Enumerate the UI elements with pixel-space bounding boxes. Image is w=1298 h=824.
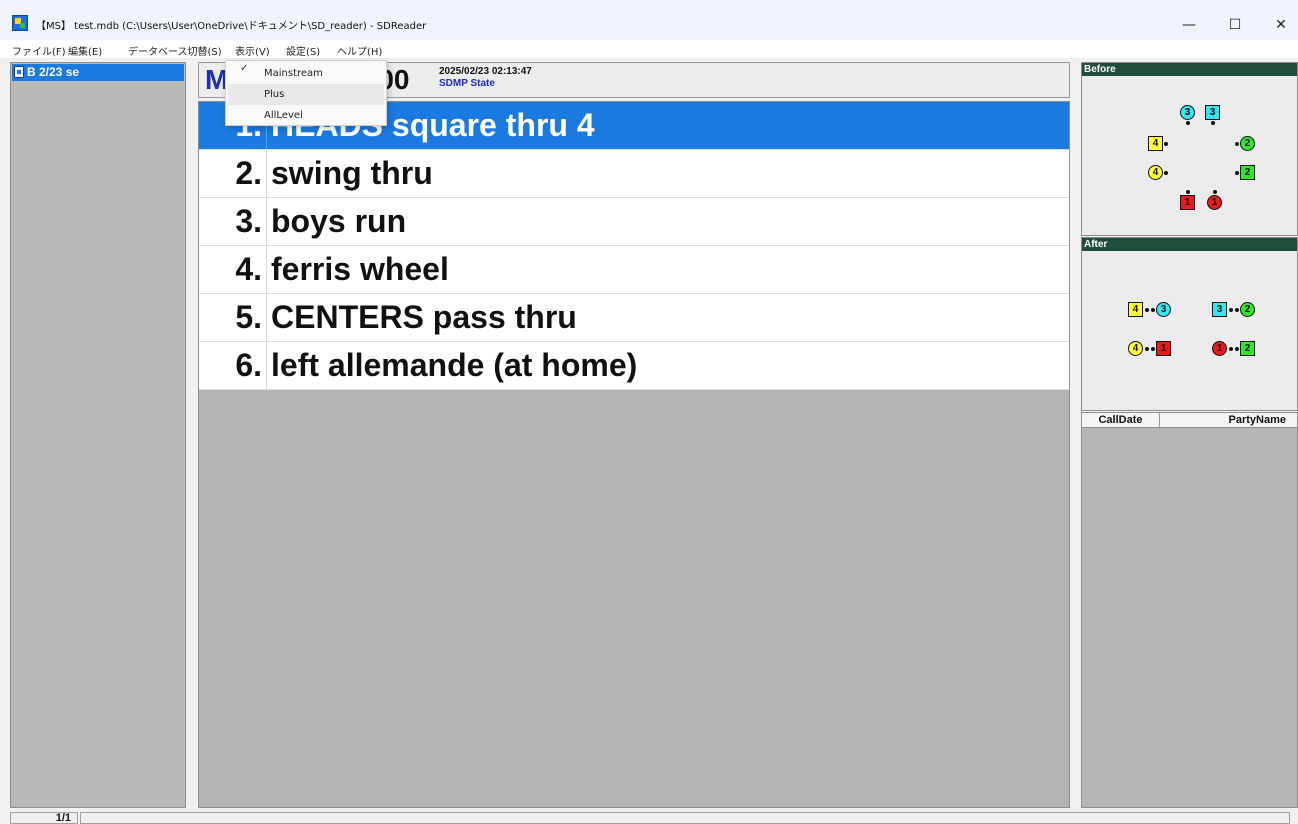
sequence-list-item[interactable]: B 2/23 se [12,64,184,81]
dancer-circle-2: 2 [1240,302,1255,317]
dancer-square-1: 1 [1180,195,1195,210]
call-text: ferris wheel [271,251,449,287]
call-text: swing thru [271,155,433,191]
before-formation-panel: Before 3 3 4 2 4 2 1 1 [1081,62,1298,236]
menu-view[interactable]: 表示(V) [235,43,270,58]
facing-indicator [1235,171,1239,175]
call-number: 3. [199,198,267,245]
level-option-plus[interactable]: Plus [228,84,384,105]
status-message-area [80,812,1290,824]
header-state: SDMP State [439,78,495,89]
facing-indicator [1229,308,1233,312]
call-text: boys run [271,203,407,239]
dancer-square-3: 3 [1212,302,1227,317]
level-option-label: Plus [264,89,285,100]
status-bar: 1/1 [0,810,1298,824]
call-row[interactable]: 3. boys run [199,198,1069,246]
dancer-circle-2: 2 [1240,136,1255,151]
dancer-square-4: 4 [1148,136,1163,151]
app-icon [12,15,28,31]
sequence-calls-area: 1. HEADS square thru 4 2. swing thru 3. … [198,101,1070,808]
level-option-label: AllLevel [264,110,303,121]
dancer-square-4: 4 [1128,302,1143,317]
level-option-label: Mainstream [264,68,323,79]
header-stamp: 2025/02/23 02:13:47 SDMP State [439,66,669,94]
facing-indicator [1211,121,1215,125]
call-number: 6. [199,342,267,389]
dancer-circle-1: 1 [1207,195,1222,210]
menu-file[interactable]: ファイル(F) [12,43,66,58]
sequence-list-panel: B 2/23 se [10,62,186,808]
facing-indicator [1235,347,1239,351]
header-date: 2025/02/23 02:13:47 [439,66,532,77]
call-row[interactable]: 5. CENTERS pass thru [199,294,1069,342]
sdreader-window: 【MS】 test.mdb (C:\Users\User\OneDrive\ドキ… [0,0,1298,824]
history-table-header: CallDate PartyName [1081,412,1298,428]
level-option-mainstream[interactable]: ✓ Mainstream [228,63,384,84]
facing-indicator [1151,347,1155,351]
page-indicator: 1/1 [10,812,78,824]
menu-database-switch[interactable]: データベース切替(S) [128,43,222,58]
after-formation-panel: After 4 3 3 2 4 1 1 2 [1081,237,1298,411]
dancer-square-2: 2 [1240,165,1255,180]
close-button[interactable]: ✕ [1258,10,1298,40]
dancer-square-2: 2 [1240,341,1255,356]
level-option-alllevel[interactable]: AllLevel [228,105,384,126]
checkmark-icon: ✓ [240,63,249,74]
facing-indicator [1235,308,1239,312]
call-number: 4. [199,246,267,293]
dancer-circle-1: 1 [1212,341,1227,356]
view-level-dropdown: ✓ Mainstream Plus AllLevel [225,60,387,126]
facing-indicator [1229,347,1233,351]
maximize-button[interactable]: ☐ [1212,10,1258,40]
facing-indicator [1145,308,1149,312]
dancer-circle-3: 3 [1180,105,1195,120]
menu-help[interactable]: ヘルプ(H) [337,43,382,58]
call-text: left allemande (at home) [271,347,638,383]
dancer-circle-4: 4 [1148,165,1163,180]
dancer-square-1: 1 [1156,341,1171,356]
after-title: After [1082,238,1297,251]
facing-indicator [1151,308,1155,312]
facing-indicator [1145,347,1149,351]
call-number: 5. [199,294,267,341]
history-table-body [1081,428,1298,808]
menu-bar: ファイル(F) 編集(E) データベース切替(S) 表示(V) 設定(S) ヘル… [0,40,1298,58]
column-header-partyname[interactable]: PartyName [1162,413,1296,427]
call-number: 2. [199,150,267,197]
call-row[interactable]: 6. left allemande (at home) [199,342,1069,390]
dancer-circle-3: 3 [1156,302,1171,317]
before-title: Before [1082,63,1297,76]
call-row[interactable]: 4. ferris wheel [199,246,1069,294]
dancer-circle-4: 4 [1128,341,1143,356]
menu-settings[interactable]: 設定(S) [286,43,320,58]
window-title: 【MS】 test.mdb (C:\Users\User\OneDrive\ドキ… [36,21,427,32]
minimize-button[interactable]: — [1166,10,1212,40]
title-bar: 【MS】 test.mdb (C:\Users\User\OneDrive\ドキ… [0,0,1298,40]
call-text: CENTERS pass thru [271,299,577,335]
sequence-list-item-label: B 2/23 se [27,65,80,79]
facing-indicator [1186,190,1190,194]
facing-indicator [1164,142,1168,146]
call-row[interactable]: 2. swing thru [199,150,1069,198]
facing-indicator [1235,142,1239,146]
document-icon [14,66,24,78]
dancer-square-3: 3 [1205,105,1220,120]
facing-indicator [1164,171,1168,175]
facing-indicator [1186,121,1190,125]
menu-edit[interactable]: 編集(E) [68,43,102,58]
column-header-calldate[interactable]: CallDate [1082,413,1160,427]
facing-indicator [1213,190,1217,194]
